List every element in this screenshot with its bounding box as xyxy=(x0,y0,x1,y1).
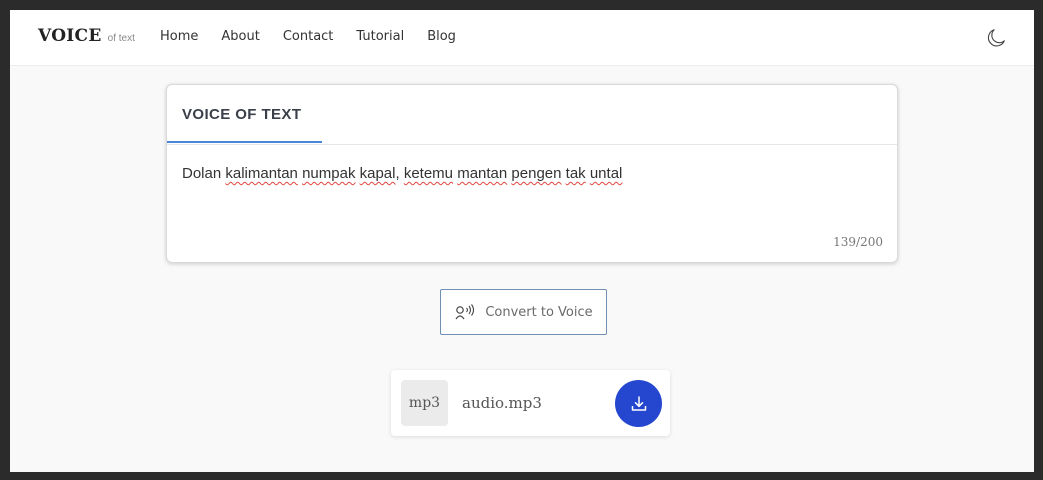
misspelled-word: mantan xyxy=(457,165,508,182)
download-button[interactable] xyxy=(615,380,662,427)
audio-file-card: mp3 audio.mp3 xyxy=(391,370,670,436)
navbar: VOICE of text Home About Contact Tutoria… xyxy=(10,10,1034,66)
text-segment: , xyxy=(395,165,404,182)
misspelled-word: pengen xyxy=(511,165,562,182)
text-input[interactable]: Dolan kalimantan numpak kapal, ketemu ma… xyxy=(182,165,872,182)
misspelled-word: ketemu xyxy=(403,165,454,182)
brand-logo[interactable]: VOICE of text xyxy=(38,26,135,46)
misspelled-word: kalimantan xyxy=(225,165,298,182)
misspelled-word: tak xyxy=(565,165,586,182)
theme-toggle-button[interactable] xyxy=(986,27,1008,49)
audio-filename: audio.mp3 xyxy=(462,394,542,412)
nav-item-tutorial[interactable]: Tutorial xyxy=(356,29,404,44)
nav-links: Home About Contact Tutorial Blog xyxy=(160,29,479,44)
brand-tagline: of text xyxy=(107,33,135,44)
nav-item-blog[interactable]: Blog xyxy=(427,29,456,44)
tab-voice-of-text[interactable]: VOICE OF TEXT xyxy=(182,106,301,123)
convert-label: Convert to Voice xyxy=(485,304,593,320)
misspelled-word: numpak xyxy=(302,165,356,182)
text-input-card: VOICE OF TEXT Dolan kalimantan numpak ka… xyxy=(166,84,898,263)
file-type-badge: mp3 xyxy=(401,380,448,426)
brand-name: VOICE xyxy=(38,26,102,46)
download-icon xyxy=(631,395,646,411)
nav-item-about[interactable]: About xyxy=(221,29,259,44)
nav-item-home[interactable]: Home xyxy=(160,29,198,44)
character-count: 139/200 xyxy=(833,235,883,249)
misspelled-word: untal xyxy=(589,165,623,182)
app-frame: VOICE of text Home About Contact Tutoria… xyxy=(10,10,1034,472)
voice-icon xyxy=(455,304,475,320)
nav-item-contact[interactable]: Contact xyxy=(283,29,334,44)
misspelled-word: kapal xyxy=(359,165,396,182)
convert-to-voice-button[interactable]: Convert to Voice xyxy=(440,289,607,335)
moon-icon xyxy=(987,29,1005,47)
text-segment: Dolan xyxy=(182,165,226,182)
card-header: VOICE OF TEXT xyxy=(167,85,897,145)
active-tab-indicator xyxy=(167,141,322,143)
